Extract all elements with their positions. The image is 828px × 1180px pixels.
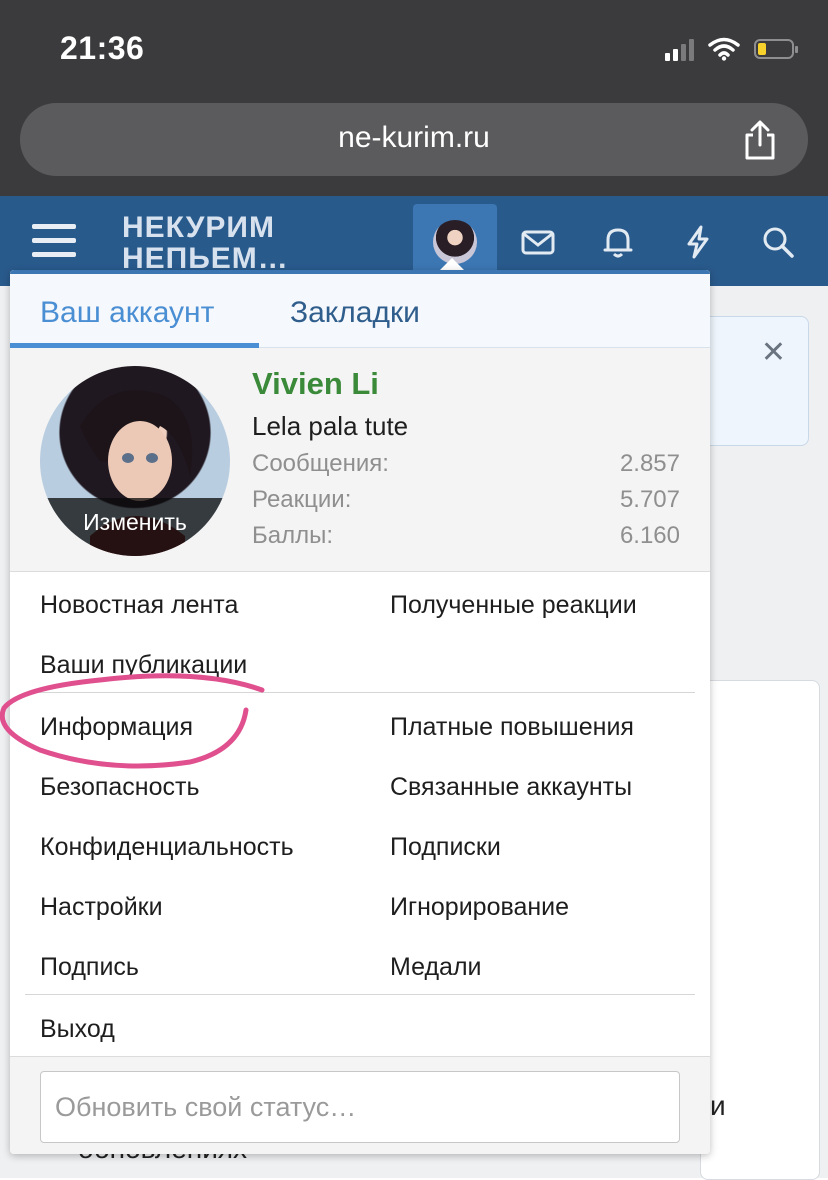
stat-value: 2.857	[619, 450, 680, 477]
menu-paid-upgrades[interactable]: Платные повышения	[390, 713, 634, 742]
notice-box: ✕	[700, 316, 809, 446]
url-text: ne-kurim.ru	[338, 121, 490, 154]
status-input[interactable]	[40, 1071, 680, 1143]
menu-ignoring[interactable]: Игнорирование	[390, 893, 569, 922]
tab-your-account[interactable]: Ваш аккаунт	[40, 296, 214, 330]
bell-icon[interactable]	[600, 224, 636, 260]
logo-line-1: НЕКУРИМ	[122, 211, 275, 244]
stat-row: Баллы: 6.160	[252, 522, 680, 550]
menu-following[interactable]: Подписки	[390, 833, 501, 862]
menu-icon[interactable]	[32, 224, 76, 260]
menu-preferences[interactable]: Настройки	[40, 893, 163, 922]
stat-label: Баллы:	[252, 522, 334, 549]
menu-reactions-received[interactable]: Полученные реакции	[390, 591, 637, 620]
username-link[interactable]: Vivien Li	[252, 366, 379, 402]
close-icon[interactable]: ✕	[761, 335, 786, 370]
cellular-signal-icon	[665, 37, 694, 61]
status-time: 21:36	[60, 30, 145, 66]
menu-medals[interactable]: Медали	[390, 953, 482, 982]
lightning-icon[interactable]	[680, 224, 716, 260]
change-avatar-label[interactable]: Изменить	[40, 498, 230, 556]
avatar[interactable]: Изменить	[40, 366, 230, 556]
divider	[25, 994, 695, 995]
menu-connected-accounts[interactable]: Связанные аккаунты	[390, 773, 632, 802]
stat-label: Сообщения:	[252, 450, 389, 477]
annotation-scribble	[0, 673, 265, 769]
wifi-icon	[708, 37, 740, 61]
user-title: Lela pala tute	[252, 411, 409, 441]
share-icon[interactable]	[740, 119, 780, 161]
address-bar[interactable]: ne-kurim.ru	[20, 103, 808, 176]
menu-privacy[interactable]: Конфиденциальность	[40, 833, 294, 862]
menu-logout[interactable]: Выход	[40, 1015, 115, 1044]
stat-value: 5.707	[619, 486, 680, 513]
profile-summary: Изменить Vivien Li Lela pala tute Сообще…	[10, 348, 710, 572]
mail-icon[interactable]	[520, 224, 556, 260]
stat-row: Сообщения: 2.857	[252, 450, 680, 478]
search-icon[interactable]	[760, 224, 796, 260]
battery-icon	[754, 39, 798, 59]
menu-signature[interactable]: Подпись	[40, 953, 139, 982]
stat-value: 6.160	[619, 522, 680, 549]
site-logo[interactable]: НЕКУРИМ НЕПЬЕМ…	[122, 212, 289, 274]
stat-row: Реакции: 5.707	[252, 486, 680, 514]
tab-bookmarks[interactable]: Закладки	[290, 296, 420, 330]
stat-label: Реакции:	[252, 486, 352, 513]
popup-caret	[440, 258, 464, 270]
status-icons	[665, 34, 798, 64]
popup-tabs: Ваш аккаунт Закладки	[10, 270, 710, 348]
status-update-area	[10, 1056, 710, 1154]
menu-news-feed[interactable]: Новостная лента	[40, 591, 238, 620]
browser-chrome: 21:36 ne-kurim.ru	[0, 0, 828, 196]
